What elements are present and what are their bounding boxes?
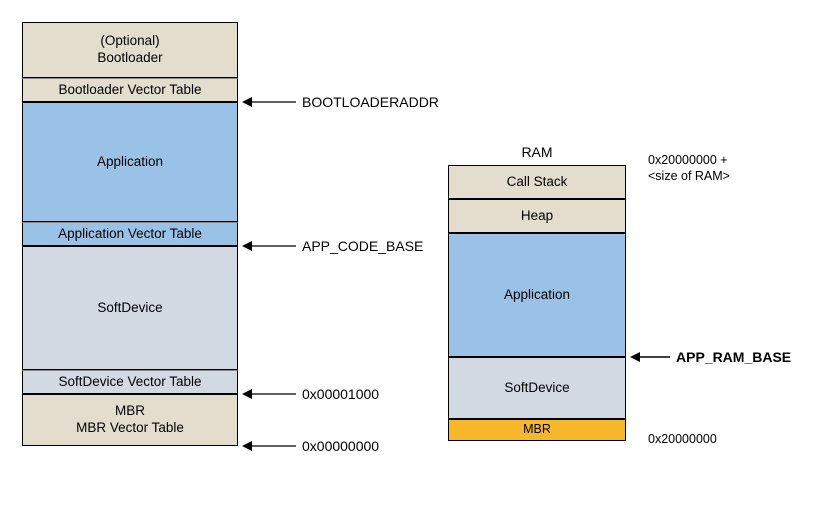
- flash-mbr-line2: MBR Vector Table: [76, 420, 184, 435]
- flash-bootloader-line1: (Optional): [100, 33, 159, 48]
- flash-softdevice: SoftDevice: [22, 246, 238, 370]
- ram-title: RAM: [448, 144, 626, 160]
- ram-application: Application: [448, 233, 626, 357]
- addr-app-ram-base-text: APP_RAM_BASE: [676, 349, 791, 365]
- arrow-left-icon: [242, 95, 296, 109]
- addr-softdevice: 0x00001000: [242, 386, 379, 402]
- addr-app-ram-base: APP_RAM_BASE: [630, 349, 791, 365]
- arrow-left-icon: [242, 439, 296, 453]
- flash-bootloader: (Optional) Bootloader: [22, 22, 238, 78]
- flash-softdevice-vt: SoftDevice Vector Table: [22, 370, 238, 394]
- addr-mbr-bottom: 0x00000000: [242, 438, 379, 454]
- addr-sd-text: 0x00001000: [302, 386, 379, 402]
- flash-memory-column: (Optional) Bootloader Bootloader Vector …: [22, 22, 238, 446]
- addr-ram-top: 0x20000000 + <size of RAM>: [648, 152, 730, 185]
- ram-memory-column: Call Stack Heap Application SoftDevice M…: [448, 165, 626, 441]
- addr-bootloader-text: BOOTLOADERADDR: [302, 94, 439, 110]
- arrow-left-icon: [242, 239, 296, 253]
- addr-app: APP_CODE_BASE: [242, 238, 423, 254]
- flash-bootloader-line2: Bootloader: [97, 50, 162, 65]
- flash-mbr: MBR MBR Vector Table: [22, 394, 238, 446]
- addr-bootloader: BOOTLOADERADDR: [242, 94, 439, 110]
- addr-ram-bottom: 0x20000000: [648, 432, 717, 446]
- arrow-left-icon: [630, 350, 670, 364]
- flash-mbr-line1: MBR: [115, 403, 145, 418]
- flash-application: Application: [22, 102, 238, 222]
- ram-mbr: MBR: [448, 419, 626, 441]
- addr-app-text: APP_CODE_BASE: [302, 238, 423, 254]
- ram-softdevice: SoftDevice: [448, 357, 626, 419]
- addr-ram-top-line1: 0x20000000 +: [648, 153, 728, 167]
- ram-heap: Heap: [448, 199, 626, 233]
- addr-ram-top-line2: <size of RAM>: [648, 169, 730, 183]
- ram-call-stack: Call Stack: [448, 165, 626, 199]
- flash-bootloader-vt: Bootloader Vector Table: [22, 78, 238, 102]
- flash-application-vt: Application Vector Table: [22, 222, 238, 246]
- arrow-left-icon: [242, 387, 296, 401]
- addr-mbr-text: 0x00000000: [302, 438, 379, 454]
